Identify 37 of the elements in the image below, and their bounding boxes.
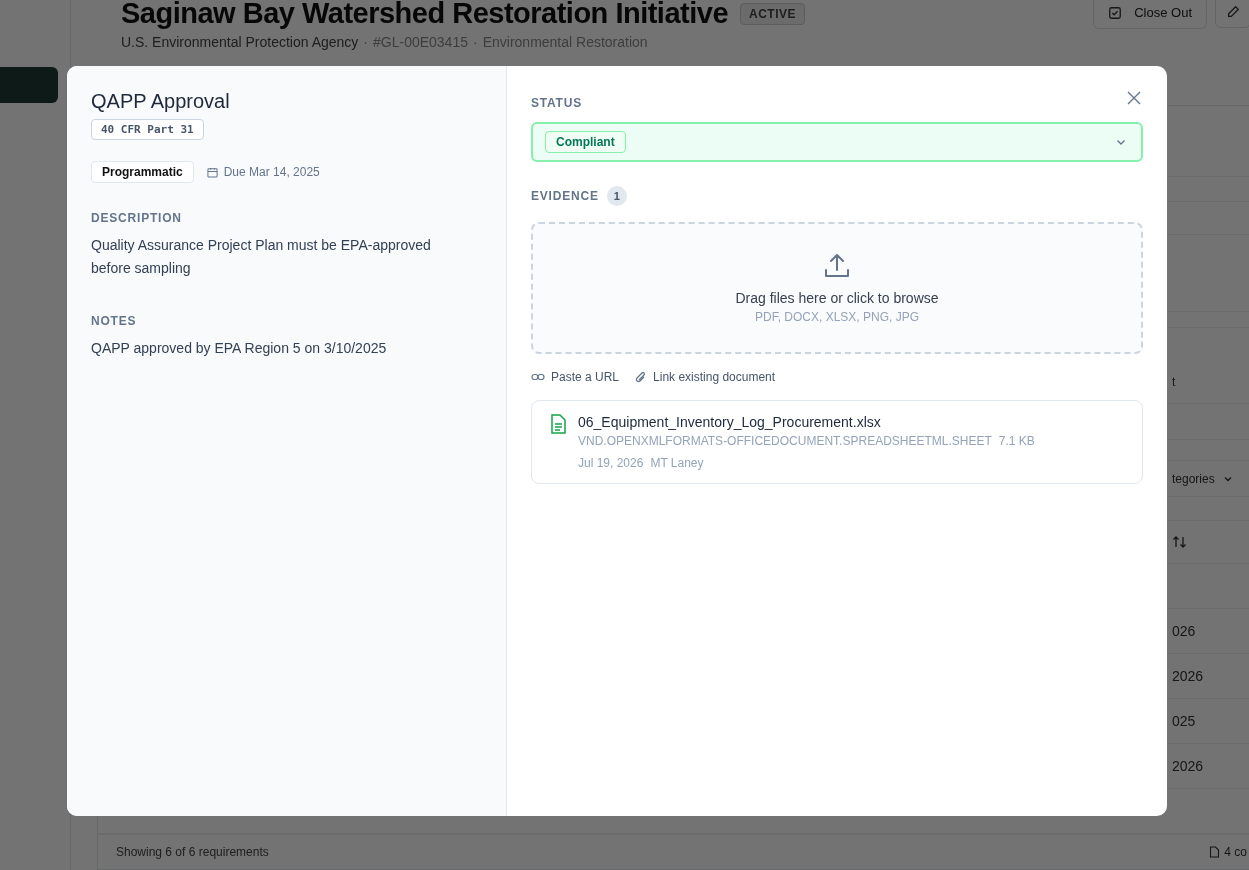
requirements-count: Showing 6 of 6 requirements	[116, 845, 269, 859]
link-document-link[interactable]: Link existing document	[635, 370, 776, 384]
file-name[interactable]: 06_Equipment_Inventory_Log_Procurement.xlsx	[578, 414, 1035, 430]
paste-url-link[interactable]: Paste a URL	[531, 370, 620, 384]
section-label: EVIDENCE	[531, 189, 599, 203]
close-out-button[interactable]: Close Out	[1093, 0, 1207, 29]
subtitle-text: U.S. Environmental Protection Agency	[121, 34, 359, 50]
table-cell: 025	[1172, 713, 1196, 729]
file-dropzone[interactable]: Drag files here or click to browse PDF, DOCX, XLSX, PNG, JPG	[531, 222, 1143, 354]
status-select[interactable]: Compliant	[531, 122, 1143, 162]
file-types-text: PDF, DOCX, XLSX, PNG, JPG	[754, 310, 919, 324]
table-cell: 2026	[1172, 758, 1204, 774]
section-label: NOTES	[91, 314, 137, 328]
file-size: 7.1 KB	[998, 434, 1035, 448]
project-title: Saginaw Bay Watershed Restoration Initiative	[121, 0, 729, 30]
category-tag: Programmatic	[91, 161, 194, 183]
separator-dot: ·	[363, 34, 368, 50]
uploader-name: MT Laney	[650, 456, 704, 470]
notes-text: QAPP approved by EPA Region 5 on 3/10/2025	[91, 339, 387, 358]
evidence-count: 1	[606, 186, 627, 206]
separator-dot: ·	[473, 34, 478, 50]
table-cell: 2026	[1172, 668, 1204, 684]
status-pill: Compliant	[545, 131, 626, 153]
section-label: DESCRIPTION	[91, 211, 182, 225]
citation-tag: 40 CFR Part 31	[91, 119, 204, 140]
upload-date: Jul 19, 2026	[578, 456, 644, 470]
column-header: t	[1172, 375, 1176, 389]
dialog-title: QAPP Approval	[91, 90, 230, 113]
table-cell: 026	[1172, 623, 1196, 639]
documents-count: 4 co	[1224, 845, 1247, 859]
file-type: VND.OPENXMLFORMATS-OFFICEDOCUMENT.SPREADSHEETML.SHEET	[578, 434, 992, 448]
description-text: Quality Assurance Project Plan must be EPA-approved before sampling	[91, 236, 432, 278]
dropzone-text: Drag files here or click to browse	[735, 290, 939, 306]
status-badge: ACTIVE	[740, 2, 806, 25]
category-filter[interactable]: tegories	[1172, 471, 1233, 486]
due-date: Due Mar 14, 2025	[223, 165, 320, 179]
section-label: STATUS	[531, 96, 583, 110]
